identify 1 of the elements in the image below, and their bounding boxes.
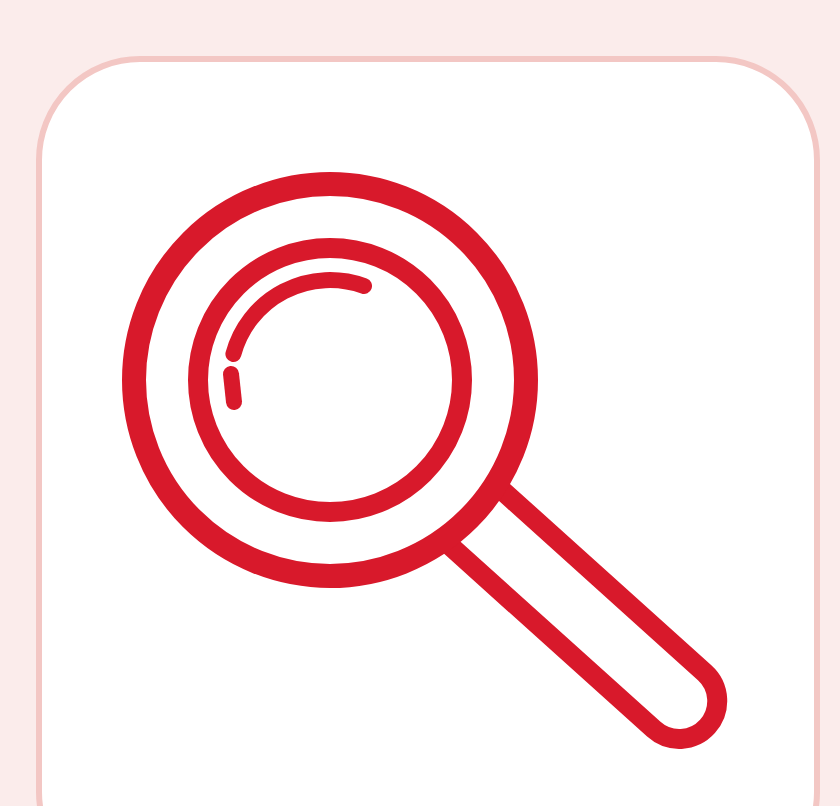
search-icon — [122, 172, 728, 749]
